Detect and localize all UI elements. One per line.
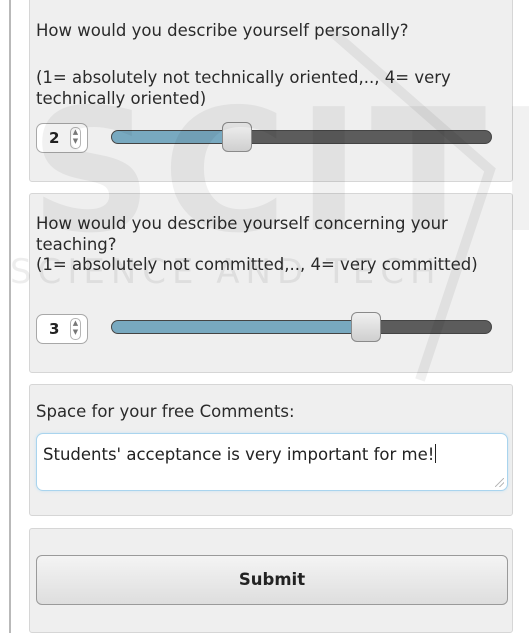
question-2-slider-handle[interactable] (351, 312, 382, 342)
question-1-scale: (1= absolutely not technically oriented,… (36, 68, 451, 108)
question-panel-1: How would you describe yourself personal… (29, 0, 513, 182)
left-border-line (9, 0, 11, 633)
text-cursor (435, 444, 437, 463)
question-2-spin-value: 3 (49, 320, 60, 338)
spin-arrows-icon[interactable]: ▲ ▼ (70, 318, 81, 340)
submit-panel: Submit (29, 528, 513, 633)
question-2-slider[interactable] (111, 320, 492, 334)
question-1-spinbox[interactable]: 2 ▲ ▼ (36, 123, 88, 153)
comments-panel: Space for your free Comments: Students' … (29, 384, 513, 516)
question-1-slider[interactable] (111, 130, 492, 144)
question-1-prompt: How would you describe yourself personal… (36, 21, 409, 40)
question-2-spinbox[interactable]: 3 ▲ ▼ (36, 314, 88, 344)
comments-value: Students' acceptance is very important f… (43, 445, 435, 464)
question-1-slider-fill (112, 131, 239, 143)
question-1-slider-handle[interactable] (221, 122, 252, 152)
question-2-slider-fill (112, 321, 367, 333)
comments-label: Space for your free Comments: (36, 402, 295, 421)
submit-button[interactable]: Submit (36, 555, 508, 605)
comments-text: Students' acceptance is very important f… (43, 444, 437, 464)
question-1-spin-value: 2 (49, 129, 60, 147)
question-2-prompt: How would you describe yourself concerni… (36, 214, 448, 254)
comments-textarea[interactable]: Students' acceptance is very important f… (36, 433, 508, 491)
question-panel-2: How would you describe yourself concerni… (29, 193, 513, 373)
question-2-scale: (1= absolutely not committed,.., 4= very… (36, 255, 478, 274)
resize-grip-icon[interactable] (495, 478, 504, 487)
spin-arrows-icon[interactable]: ▲ ▼ (70, 127, 81, 149)
